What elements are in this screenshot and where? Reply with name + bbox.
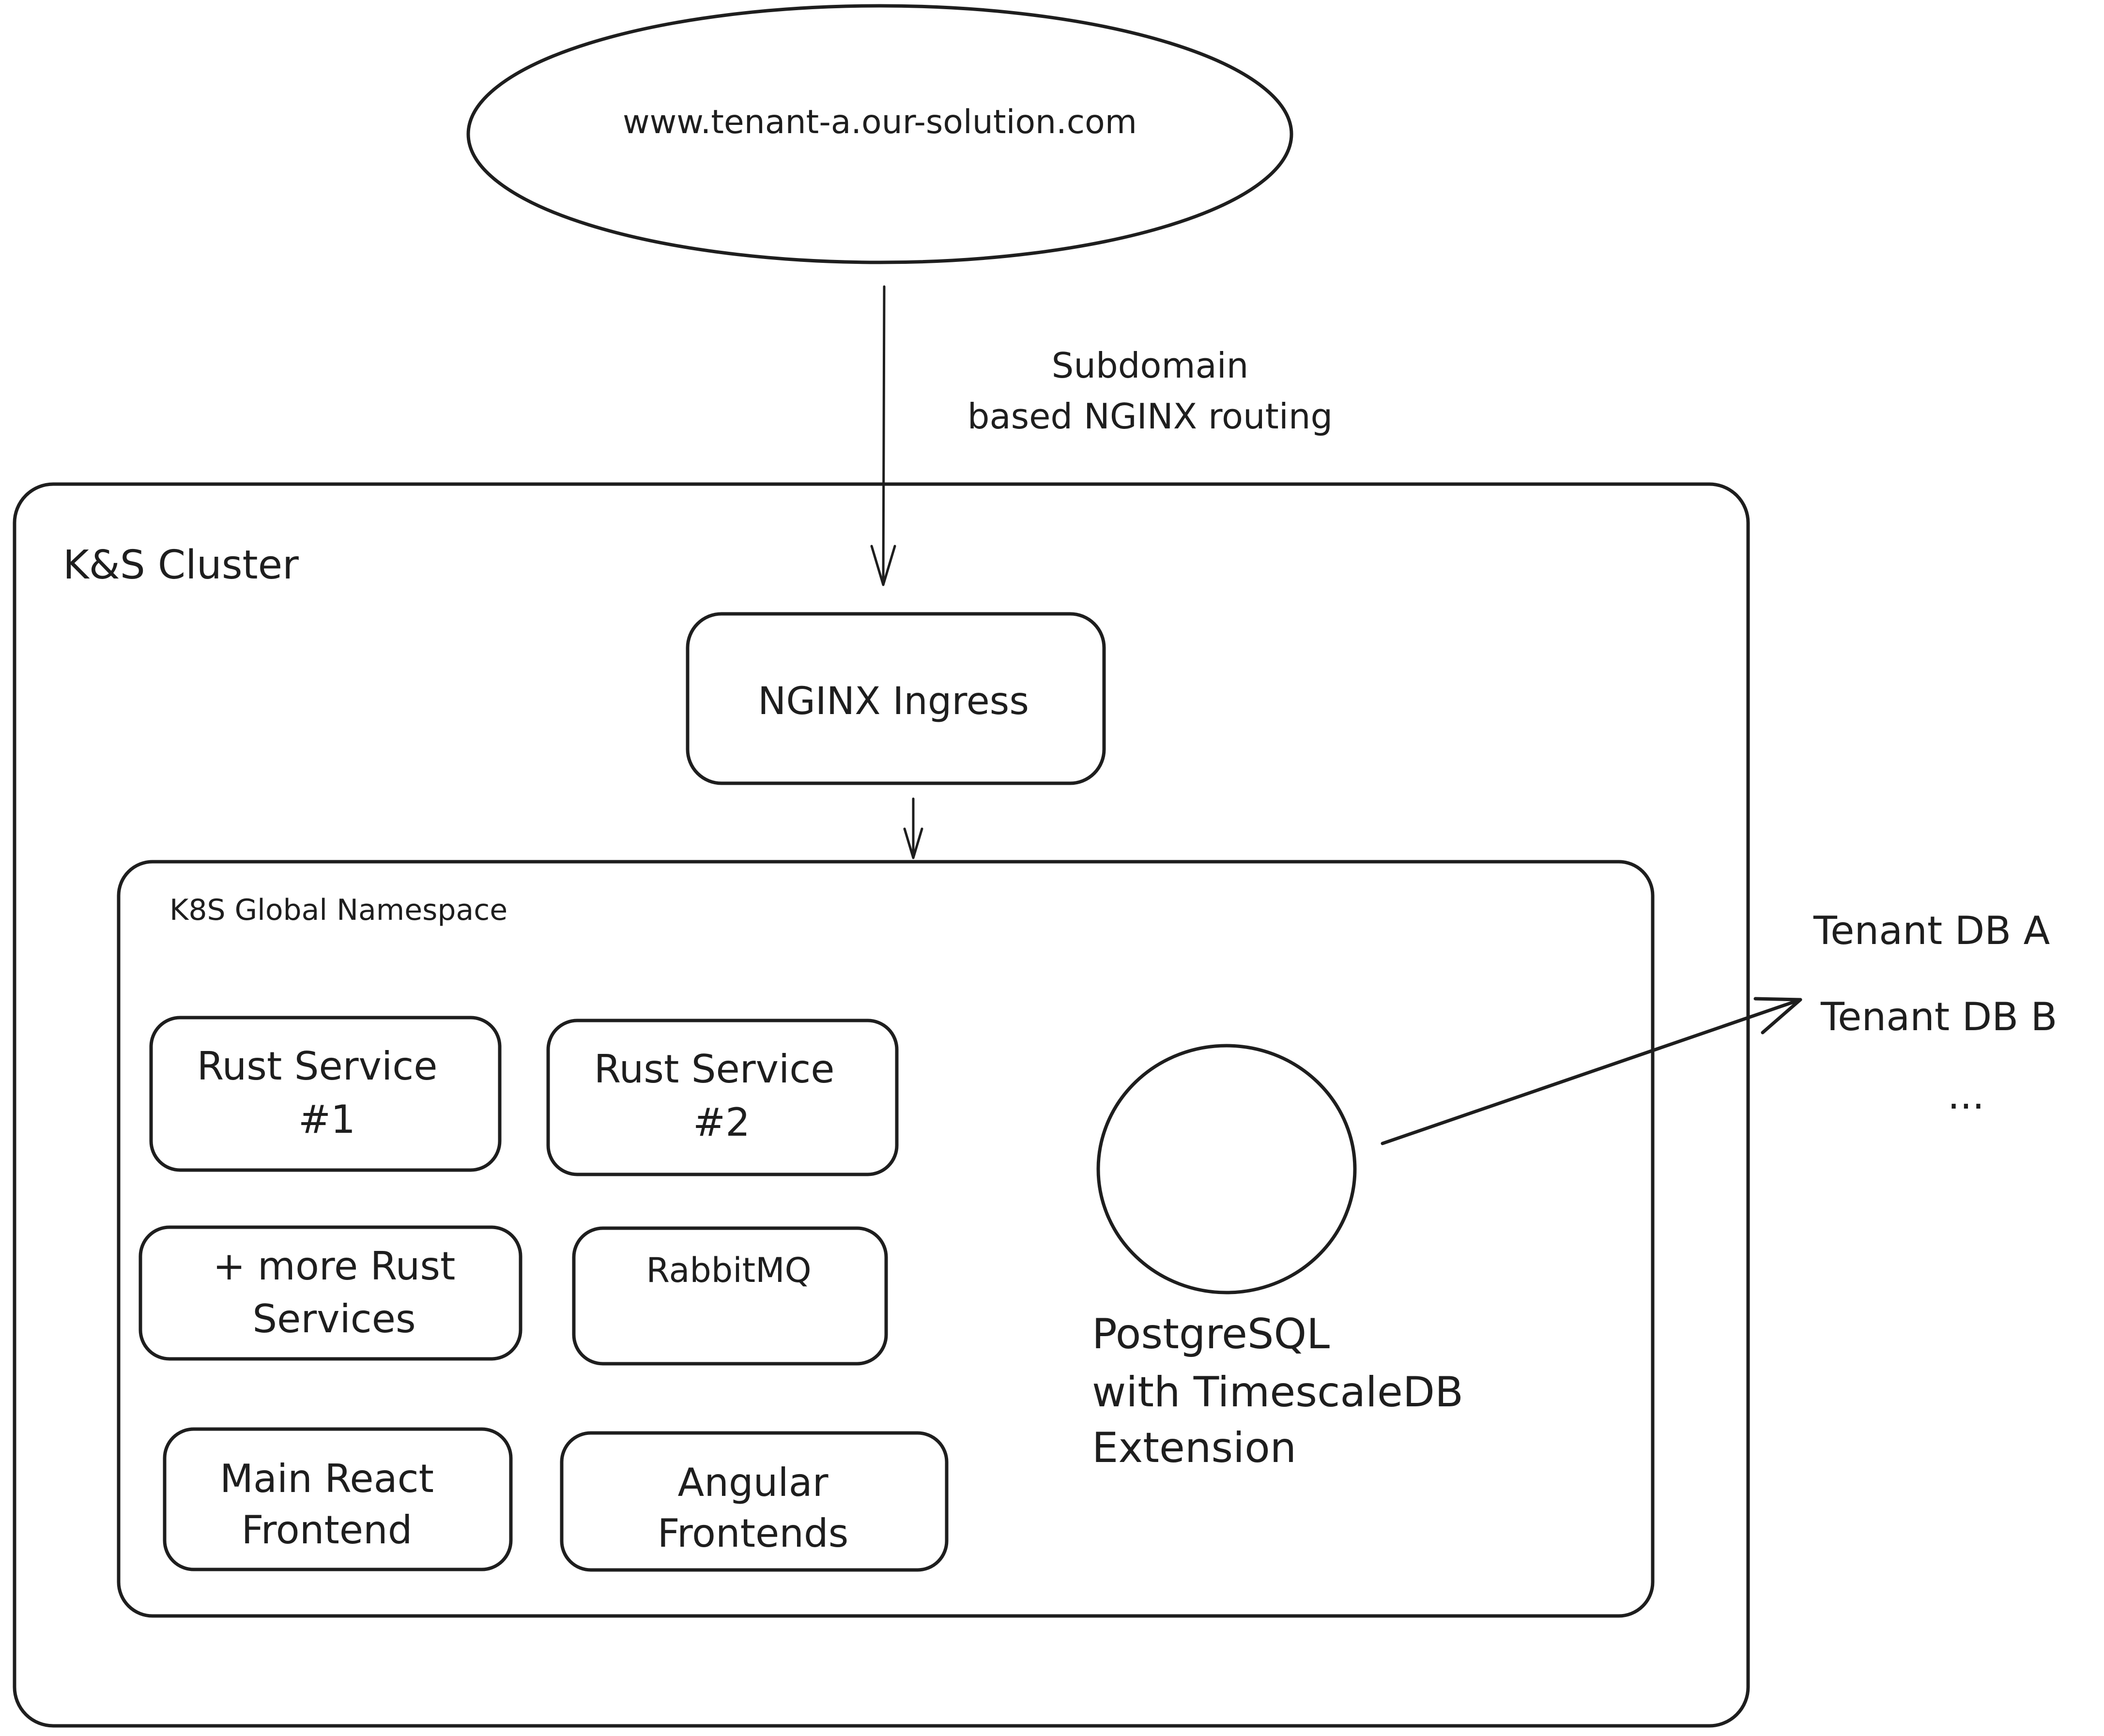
entry-to-ingress-line <box>882 285 886 586</box>
service-label-line-1: Main React <box>220 1456 434 1501</box>
service-box <box>149 1016 502 1172</box>
service-label-line-1: RabbitMQ <box>646 1250 811 1290</box>
tenant-db-a-label: Tenant DB A <box>1813 908 2050 953</box>
namespace-container: K8S Global Namespace <box>117 860 1655 1618</box>
routing-note-line-2: based NGINX routing <box>968 396 1333 437</box>
routing-note-line-1: Subdomain <box>1052 345 1249 386</box>
service-label-line-2: Services <box>252 1296 415 1341</box>
database-to-tenants-arrow <box>1381 997 1802 1145</box>
entry-to-ingress-arrow <box>870 285 896 586</box>
entry-point-node: www.tenant-a.our-solution.com <box>466 4 1293 264</box>
ingress-node: NGINX Ingress <box>686 612 1106 785</box>
service-node-rabbitmq: RabbitMQ <box>572 1226 888 1366</box>
service-label-line-2: Frontends <box>658 1511 849 1556</box>
tenant-db-list: Tenant DB A Tenant DB B ... <box>1813 908 2058 1118</box>
service-node-rust-service-2: Rust Service #2 <box>546 1019 899 1176</box>
database-node: PostgreSQL with TimescaleDB Extension <box>1092 1044 1463 1472</box>
tenant-db-b-label: Tenant DB B <box>1820 994 2058 1039</box>
database-label-line-2: with TimescaleDB <box>1092 1368 1463 1416</box>
entry-point-label: www.tenant-a.our-solution.com <box>623 103 1137 141</box>
service-label-line-2: #2 <box>693 1100 750 1145</box>
ingress-to-namespace-arrow <box>903 797 923 859</box>
namespace-border <box>117 860 1655 1618</box>
database-label-line-1: PostgreSQL <box>1092 1310 1330 1358</box>
service-node-main-react-frontend: Main React Frontend <box>163 1427 513 1571</box>
service-box <box>572 1226 888 1366</box>
service-label-line-1: + more Rust <box>213 1244 456 1289</box>
service-label-line-1: Rust Service <box>197 1044 438 1089</box>
routing-note: Subdomain based NGINX routing <box>968 345 1333 437</box>
tenant-db-more-label: ... <box>1948 1073 1984 1118</box>
database-icon <box>1096 1044 1357 1294</box>
cluster-label: K&S Cluster <box>63 542 299 588</box>
database-to-tenants-line <box>1381 998 1802 1145</box>
service-label-line-1: Angular <box>677 1460 828 1505</box>
service-node-more-rust-services: + more Rust Services <box>138 1225 522 1361</box>
service-node-angular-frontends: Angular Frontends <box>560 1431 949 1572</box>
service-label-line-2: Frontend <box>241 1508 412 1553</box>
namespace-label: K8S Global Namespace <box>169 893 507 927</box>
architecture-diagram: www.tenant-a.our-solution.com Subdomain … <box>13 4 2058 1728</box>
ingress-label: NGINX Ingress <box>758 680 1029 723</box>
service-label-line-2: #1 <box>298 1097 355 1142</box>
service-box <box>546 1019 899 1176</box>
service-node-rust-service-1: Rust Service #1 <box>149 1016 502 1172</box>
database-label-line-3: Extension <box>1092 1424 1296 1472</box>
service-label-line-1: Rust Service <box>594 1047 835 1092</box>
database-to-tenants-arrowhead <box>1753 997 1802 1035</box>
